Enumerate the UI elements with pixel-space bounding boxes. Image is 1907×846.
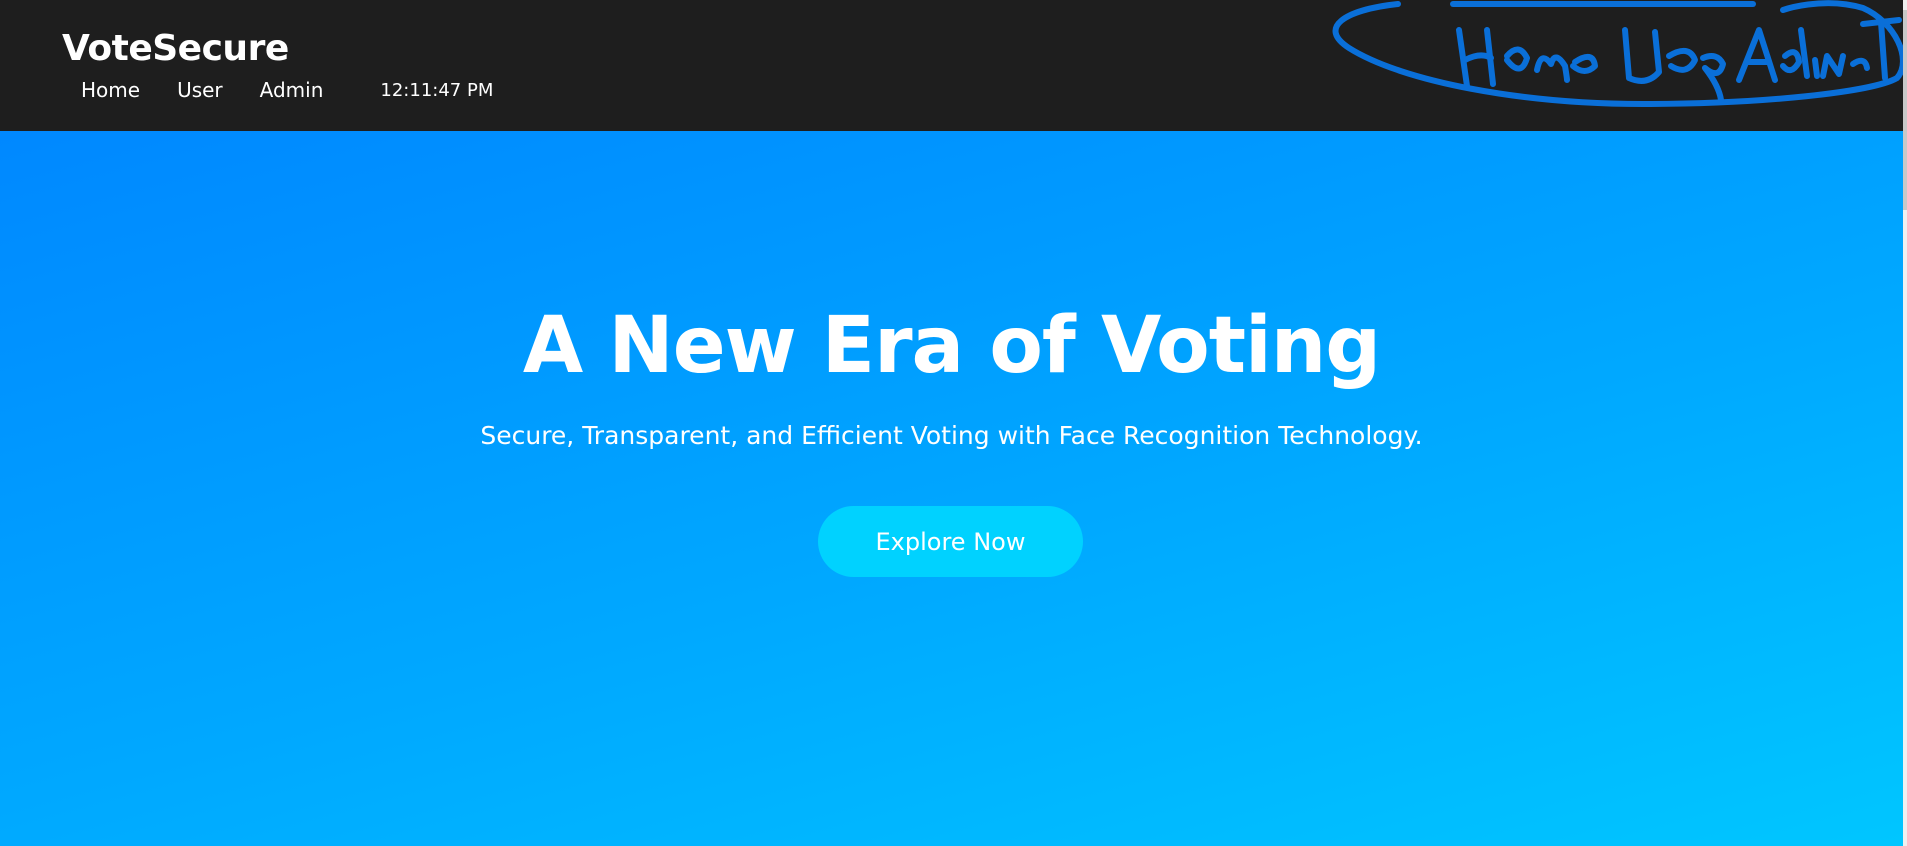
nav-link-admin[interactable]: Admin: [260, 78, 324, 102]
hero-subtitle: Secure, Transparent, and Efficient Votin…: [480, 421, 1423, 450]
hero-section: A New Era of Voting Secure, Transparent,…: [0, 131, 1903, 846]
nav-link-home[interactable]: Home: [81, 78, 140, 102]
nav-link-user[interactable]: User: [177, 78, 223, 102]
clock: 12:11:47 PM: [380, 79, 494, 101]
scrollbar-thumb[interactable]: [1903, 10, 1907, 210]
navbar: VoteSecure Home User Admin 12:11:47 PM: [0, 0, 1903, 131]
hero-title: A New Era of Voting: [522, 301, 1381, 391]
explore-now-button[interactable]: Explore Now: [818, 506, 1083, 577]
brand-logo[interactable]: VoteSecure: [62, 28, 289, 69]
nav-links: Home User Admin 12:11:47 PM: [81, 78, 493, 102]
hand-drawn-annotation: [1332, 0, 1903, 107]
page: VoteSecure Home User Admin 12:11:47 PM A…: [0, 0, 1907, 846]
scrollbar[interactable]: [1903, 0, 1907, 846]
